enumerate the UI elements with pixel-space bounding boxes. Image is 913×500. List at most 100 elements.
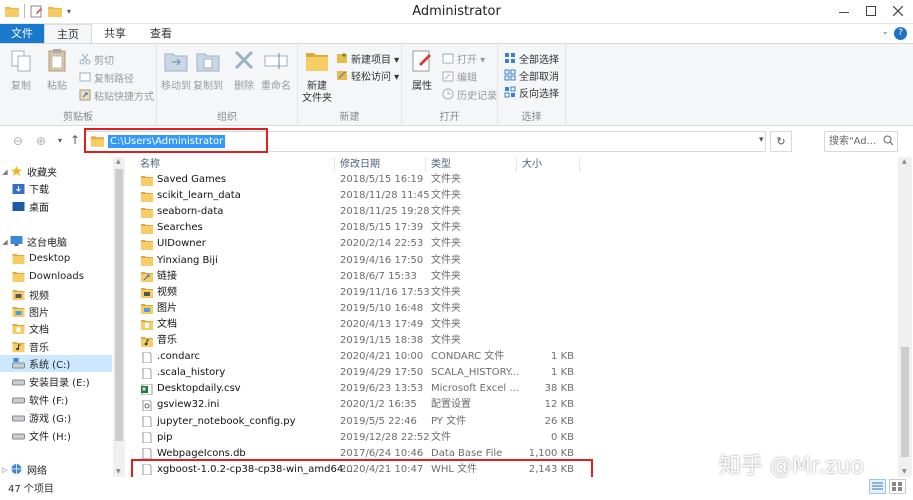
tab-view[interactable]: 查看: [138, 24, 184, 43]
file-row[interactable]: Saved Games 2018/5/15 16:19 文件夹: [131, 172, 891, 188]
nav-item-documents[interactable]: 文档: [0, 320, 112, 337]
file-row[interactable]: Searches 2018/5/15 17:39 文件夹: [131, 220, 891, 236]
search-input[interactable]: 搜索"Ad...: [824, 131, 898, 152]
column-separator[interactable]: [425, 157, 426, 172]
ribbon-tabs: 文件 主页 共享 查看: [0, 24, 913, 43]
delete-button[interactable]: 删除: [227, 48, 261, 93]
file-row[interactable]: 音乐 2019/1/15 18:38 文件夹: [131, 333, 891, 349]
copy-path-button[interactable]: 复制路径: [79, 69, 134, 85]
nav-item-drive-c[interactable]: 系统 (C:): [0, 355, 112, 372]
close-button[interactable]: [884, 0, 912, 22]
file-name-cell: scikit_learn_data: [141, 188, 241, 204]
file-name-cell: Saved Games: [141, 172, 226, 188]
minimize-button[interactable]: [830, 0, 858, 22]
copy-to-button[interactable]: 复制到: [191, 48, 225, 93]
file-list-scrollbar-thumb[interactable]: [901, 347, 909, 457]
file-row[interactable]: .condarc 2020/4/21 10:00 CONDARC 文件 1 KB: [131, 349, 891, 365]
nav-item-this-pc[interactable]: ◢ 这台电脑: [0, 233, 112, 250]
nav-item-drive-e[interactable]: 安装目录 (E:): [0, 373, 112, 390]
edit-button[interactable]: 编辑: [442, 68, 477, 84]
nav-item-drive-h[interactable]: 文件 (H:): [0, 427, 112, 444]
documents-folder-icon: [12, 324, 25, 334]
nav-item-pictures[interactable]: 图片: [0, 303, 112, 320]
column-separator[interactable]: [579, 157, 580, 172]
file-row[interactable]: seaborn-data 2018/11/25 19:28 文件夹: [131, 204, 891, 220]
maximize-button[interactable]: [857, 0, 885, 22]
file-row[interactable]: Yinxiang Biji 2019/4/16 17:50 文件夹: [131, 253, 891, 269]
file-name: jupyter_notebook_config.py: [157, 415, 296, 427]
file-row[interactable]: pip 2019/12/28 22:52 文件 0 KB: [131, 430, 891, 446]
scroll-down-icon[interactable]: ▼: [902, 468, 907, 475]
nav-item-music[interactable]: 音乐: [0, 338, 112, 355]
nav-item-drive-f[interactable]: 软件 (F:): [0, 391, 112, 408]
search-icon: [883, 135, 894, 146]
column-separator[interactable]: [516, 157, 517, 172]
new-group-label: 新建: [339, 112, 360, 123]
file-type: 文件夹: [431, 190, 461, 202]
paste-button[interactable]: 粘贴: [40, 48, 74, 93]
help-icon[interactable]: ?: [894, 27, 907, 40]
file-row[interactable]: 视频 2019/11/16 17:53 文件夹: [131, 285, 891, 301]
forward-button[interactable]: ⊕: [36, 134, 46, 148]
column-separator[interactable]: [334, 157, 335, 172]
refresh-button[interactable]: ↻: [770, 131, 792, 152]
nav-item-favorites[interactable]: ◢ 收藏夹: [0, 163, 112, 180]
maximize-icon: [866, 6, 876, 16]
new-folder-button[interactable]: 新建 文件夹: [300, 48, 334, 105]
nav-item-desktop-fav[interactable]: 桌面: [0, 198, 112, 215]
column-header-name[interactable]: 名称: [140, 157, 160, 172]
paste-shortcut-button[interactable]: 粘贴快捷方式: [79, 87, 154, 103]
rename-button[interactable]: 重命名: [259, 48, 293, 93]
nav-item-network[interactable]: ▷ 网络: [0, 461, 112, 478]
nav-item-videos[interactable]: 视频: [0, 286, 112, 303]
nav-item-drive-g[interactable]: 游戏 (G:): [0, 409, 112, 426]
file-row[interactable]: 链接 2018/6/7 15:33 文件夹: [131, 269, 891, 285]
tab-home[interactable]: 主页: [44, 24, 92, 43]
nav-pane-scrollbar-thumb[interactable]: [115, 169, 123, 441]
collapse-ribbon-icon[interactable]: ⌄: [881, 27, 889, 37]
tab-file[interactable]: 文件: [0, 24, 44, 43]
large-icons-view-button[interactable]: [889, 479, 906, 494]
select-all-button[interactable]: 全部选择: [504, 50, 559, 66]
address-dropdown-icon[interactable]: ▾: [759, 135, 764, 145]
file-list-scrollbar[interactable]: ▲ ▼: [898, 157, 912, 477]
file-name-cell: pip: [141, 430, 172, 446]
file-row[interactable]: scikit_learn_data 2018/11/28 11:45 文件夹: [131, 188, 891, 204]
scroll-up-icon[interactable]: ▲: [902, 158, 907, 165]
scroll-down-icon[interactable]: ▼: [116, 468, 121, 475]
move-to-button[interactable]: 移动到: [159, 48, 193, 93]
new-item-button[interactable]: 新建项目 ▾: [336, 50, 399, 66]
details-view-button[interactable]: [869, 479, 886, 494]
nav-item-desktop[interactable]: Desktop: [0, 250, 112, 267]
recent-locations-button[interactable]: ▾: [58, 136, 62, 145]
file-type: Microsoft Excel ...: [431, 383, 519, 395]
file-row[interactable]: UIDowner 2020/2/14 22:53 文件夹: [131, 236, 891, 252]
history-button[interactable]: 历史记录: [442, 86, 497, 102]
copy-button[interactable]: 复制: [4, 48, 38, 93]
scroll-up-icon[interactable]: ▲: [116, 158, 121, 165]
properties-button[interactable]: 属性: [405, 48, 439, 93]
file-date: 2018/6/7 15:33: [340, 270, 417, 282]
file-row[interactable]: Desktopdaily.csv 2019/6/23 13:53 Microsoft…: [131, 381, 891, 397]
file-row[interactable]: .scala_history 2019/4/29 17:50 SCALA_HISTO…: [131, 365, 891, 381]
nav-item-downloads[interactable]: Downloads: [0, 268, 112, 285]
cut-button[interactable]: 剪切: [79, 51, 114, 67]
file-row[interactable]: 文档 2020/4/13 17:49 文件夹: [131, 317, 891, 333]
easy-access-button[interactable]: 轻松访问 ▾: [336, 67, 399, 83]
back-button[interactable]: ⊖: [13, 134, 23, 148]
nav-item-downloads-fav[interactable]: 下载: [0, 180, 112, 197]
file-row[interactable]: gsview32.ini 2020/1/2 16:35 配置设置 12 KB: [131, 397, 891, 413]
open-button[interactable]: 打开 ▾: [442, 50, 485, 66]
nav-pane-scrollbar[interactable]: ▲ ▼: [113, 157, 125, 477]
file-row[interactable]: 图片 2019/5/10 16:48 文件夹: [131, 301, 891, 317]
column-header-date[interactable]: 修改日期: [340, 157, 380, 172]
tab-share[interactable]: 共享: [92, 24, 138, 43]
select-none-button[interactable]: 全部取消: [504, 67, 559, 83]
file-row[interactable]: jupyter_notebook_config.py 2019/5/5 22:46…: [131, 414, 891, 430]
column-header-type[interactable]: 类型: [431, 157, 451, 172]
column-header-size[interactable]: 大小: [522, 157, 542, 172]
invert-selection-button[interactable]: 反向选择: [504, 84, 559, 100]
up-button[interactable]: ↑: [70, 133, 80, 147]
file-name-cell: UIDowner: [141, 236, 206, 252]
file-name-cell: 视频: [141, 285, 177, 301]
